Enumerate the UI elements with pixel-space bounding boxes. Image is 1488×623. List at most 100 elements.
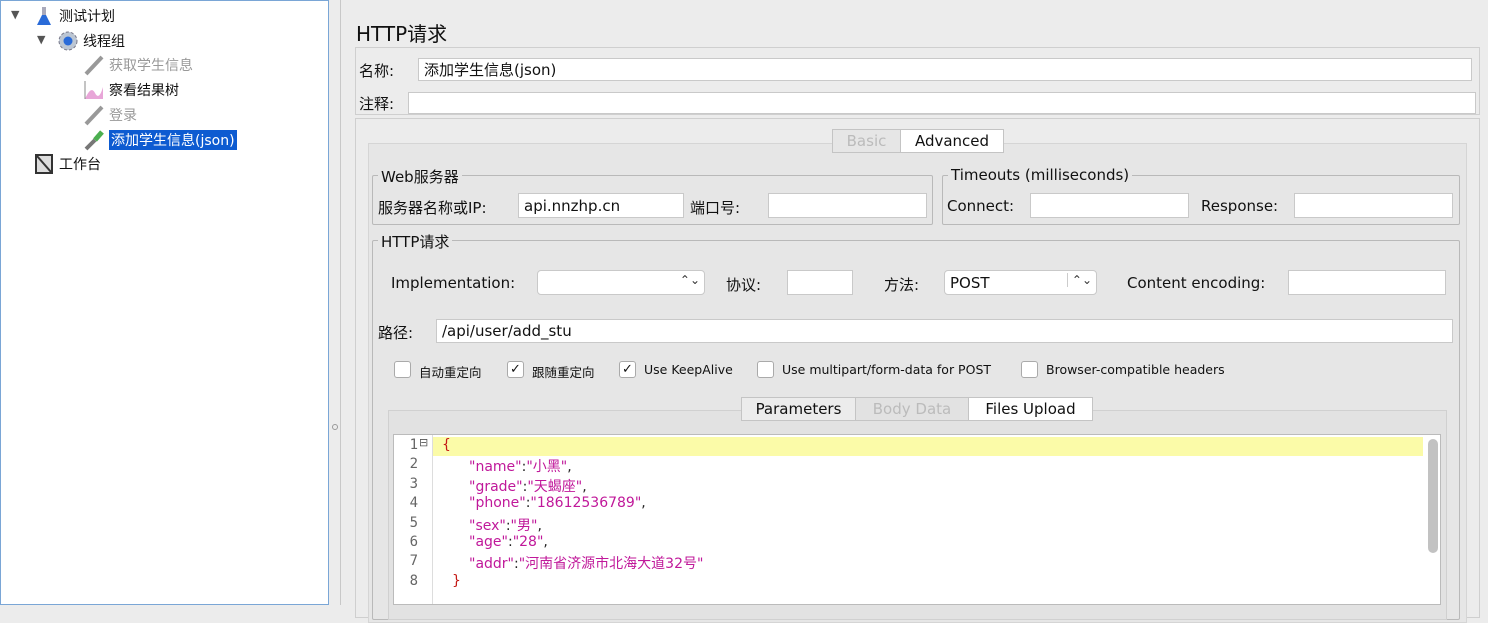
sampler-pipette-icon: [83, 129, 105, 151]
content-encoding-input[interactable]: [1288, 270, 1446, 295]
implementation-select[interactable]: ⌃⌄: [537, 270, 705, 295]
implementation-label: Implementation:: [391, 274, 516, 292]
splitter-handle[interactable]: [329, 0, 341, 605]
tree-item-workbench[interactable]: 工作台: [33, 153, 101, 175]
tree-item-label: 察看结果树: [109, 83, 179, 99]
timeouts-legend: Timeouts (milliseconds): [948, 166, 1133, 184]
line-number-gutter: 1 ⊟ 2 3 4 5 6 7 8: [394, 435, 433, 604]
json-value: "小黑": [526, 459, 568, 476]
keepalive-checkbox[interactable]: ✓: [619, 361, 636, 378]
connect-label: Connect:: [947, 197, 1015, 215]
json-value: "天蝎座": [527, 478, 583, 495]
thread-group-gear-icon: [57, 30, 79, 52]
auto-redirect-checkbox[interactable]: [394, 361, 411, 378]
multipart-label: Use multipart/form-data for POST: [782, 362, 992, 377]
json-value: "18612536789": [530, 495, 642, 512]
json-value: "男": [510, 517, 538, 534]
code-line: "age":"28",: [469, 534, 548, 550]
test-plan-flask-icon: [33, 5, 55, 27]
tab-files-upload[interactable]: Files Upload: [968, 397, 1093, 421]
multipart-checkbox[interactable]: [757, 361, 774, 378]
select-arrows-icon: ⌃⌄: [1066, 273, 1092, 287]
web-server-legend: Web服务器: [378, 166, 462, 187]
tree-item-get-student[interactable]: 获取学生信息: [83, 54, 193, 76]
method-select[interactable]: POST ⌃⌄: [944, 270, 1097, 295]
comma: ,: [537, 517, 542, 534]
json-key: "grade": [469, 478, 523, 495]
current-line-highlight: [433, 437, 1423, 456]
name-input[interactable]: 添加学生信息(json): [418, 58, 1472, 81]
protocol-input[interactable]: [787, 270, 853, 295]
line-number: 3: [409, 475, 418, 492]
tree-item-view-results-tree[interactable]: 察看结果树: [83, 79, 179, 101]
tab-parameters[interactable]: Parameters: [741, 397, 856, 421]
auto-redirect-label: 自动重定向: [419, 365, 482, 380]
splitter-grip-icon: [332, 424, 338, 430]
tree-item-test-plan[interactable]: 测试计划: [33, 5, 115, 27]
json-value: "28": [512, 534, 544, 550]
line-number: 7: [409, 553, 418, 570]
response-timeout-input[interactable]: [1294, 193, 1453, 218]
expand-triangle-icon[interactable]: ▼: [11, 8, 19, 21]
json-value: "河南省济源市北海大道32号": [518, 556, 704, 573]
tab-body-data[interactable]: Body Data: [855, 397, 969, 421]
workbench-icon: [33, 153, 55, 175]
tree-item-label: 测试计划: [59, 9, 115, 25]
tab-advanced[interactable]: Advanced: [900, 129, 1004, 153]
tree-item-thread-group[interactable]: 线程组: [57, 30, 125, 52]
code-line: "name":"小黑",: [469, 459, 572, 476]
keepalive-label: Use KeepAlive: [644, 362, 733, 377]
comma: ,: [641, 495, 646, 512]
follow-redirect-checkbox[interactable]: ✓: [507, 361, 524, 378]
http-request-legend: HTTP请求: [378, 231, 453, 252]
server-input[interactable]: api.nnzhp.cn: [518, 193, 684, 218]
test-plan-tree[interactable]: ▼ 测试计划 ▼ 线程组 获取学生信息 察看结果树 登录 添加学生信息(json…: [0, 0, 329, 605]
expand-triangle-icon[interactable]: ▼: [37, 33, 45, 46]
editor-scrollbar-thumb[interactable]: [1428, 439, 1438, 553]
name-label: 名称:: [359, 62, 395, 80]
json-key: "addr": [469, 556, 514, 573]
json-key: "age": [469, 534, 508, 550]
line-number: 4: [409, 495, 418, 512]
port-label: 端口号:: [690, 199, 741, 217]
browser-headers-checkbox[interactable]: [1021, 361, 1038, 378]
sampler-pipette-icon: [83, 104, 105, 126]
brace: {: [442, 437, 451, 453]
code-line: {: [442, 437, 451, 453]
tab-basic[interactable]: Basic: [832, 129, 901, 153]
connect-timeout-input[interactable]: [1030, 193, 1189, 218]
fold-icon[interactable]: ⊟: [419, 436, 428, 449]
code-line: "phone":"18612536789",: [469, 495, 646, 512]
server-label: 服务器名称或IP:: [378, 199, 487, 217]
method-label: 方法:: [884, 276, 920, 294]
brace: }: [452, 572, 461, 589]
response-label: Response:: [1201, 197, 1279, 215]
tree-item-login[interactable]: 登录: [83, 104, 137, 126]
json-key: "sex": [469, 517, 506, 534]
tree-item-label: 工作台: [59, 157, 101, 173]
tree-item-add-student-json[interactable]: 添加学生信息(json): [83, 129, 237, 151]
line-number: 1: [409, 437, 418, 453]
path-input[interactable]: /api/user/add_stu: [436, 319, 1453, 343]
code-line: }: [452, 573, 461, 589]
comment-input[interactable]: [408, 92, 1476, 114]
port-input[interactable]: [768, 193, 927, 218]
content-encoding-label: Content encoding:: [1127, 274, 1266, 292]
code-line: "addr":"河南省济源市北海大道32号": [469, 556, 704, 573]
line-number: 2: [409, 456, 418, 473]
results-tree-chart-icon: [83, 79, 105, 101]
json-key: "phone": [469, 495, 526, 512]
comma: ,: [543, 534, 548, 550]
body-data-editor[interactable]: 1 ⊟ 2 3 4 5 6 7 8 {"name":"小黑", "grade":"天蝎座", "ph…: [393, 434, 1441, 605]
page-title: HTTP请求: [356, 22, 448, 46]
protocol-label: 协议:: [726, 276, 762, 294]
path-label: 路径:: [378, 324, 414, 342]
tree-item-label: 线程组: [83, 34, 125, 50]
browser-headers-label: Browser-compatible headers: [1046, 362, 1225, 377]
select-arrows-icon: ⌃⌄: [679, 273, 700, 287]
comma: ,: [582, 478, 587, 495]
tree-item-label: 获取学生信息: [109, 58, 193, 74]
method-value: POST: [950, 273, 990, 292]
code-line: "sex":"男",: [469, 517, 542, 534]
code-line: "grade":"天蝎座",: [469, 478, 587, 495]
